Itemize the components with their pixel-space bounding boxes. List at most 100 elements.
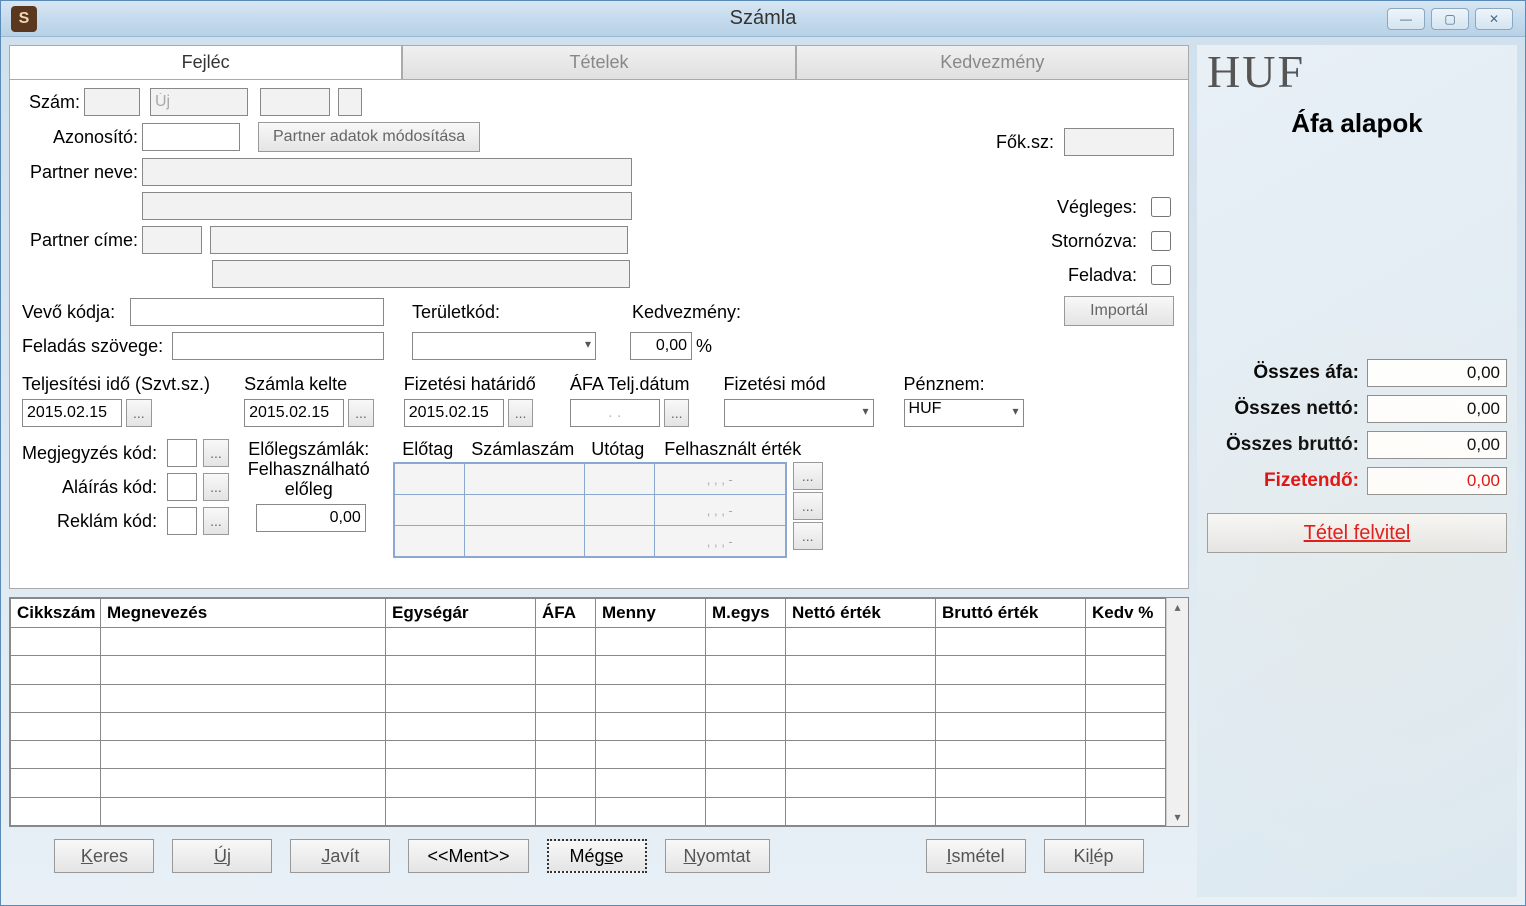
label-szam: Szám: [22, 92, 84, 113]
table-row[interactable] [11, 684, 1166, 712]
table-row[interactable] [11, 656, 1166, 684]
input-vevo-kodja[interactable] [130, 298, 384, 326]
input-osszes-brutto[interactable] [1367, 431, 1507, 459]
input-cime-2[interactable] [212, 260, 630, 288]
select-teruletkod[interactable] [412, 332, 596, 360]
input-foksz[interactable] [1064, 128, 1174, 156]
input-szam-num[interactable] [260, 88, 330, 116]
input-partner-neve2[interactable] [142, 192, 632, 220]
th-menny[interactable]: Menny [596, 599, 706, 628]
label-partner-neve: Partner neve: [22, 162, 142, 183]
input-szam-suffix[interactable] [338, 88, 362, 116]
th-netto[interactable]: Nettó érték [786, 599, 936, 628]
adv-row-picker-1[interactable]: ... [793, 462, 823, 490]
adv-cell[interactable] [585, 464, 655, 494]
button-tetel-felvitel[interactable]: Tétel felvitel [1207, 513, 1507, 553]
adv-cell[interactable] [585, 495, 655, 525]
button-uj[interactable]: Új [172, 839, 272, 873]
input-szam-prefix[interactable] [84, 88, 140, 116]
label-reklam-kod: Reklám kód: [57, 511, 161, 532]
input-azonosito[interactable] [142, 123, 240, 151]
input-fizetendo[interactable] [1367, 467, 1507, 495]
input-szam-uj[interactable] [150, 88, 248, 116]
button-alairas-picker[interactable]: ... [203, 473, 229, 501]
input-afa-telj[interactable] [570, 399, 660, 427]
content: Fejléc Tételek Kedvezmény Szám: [1, 37, 1525, 905]
input-fiz-hatarido[interactable] [404, 399, 504, 427]
adv-cell[interactable] [465, 526, 585, 556]
label-foksz: Fők.sz: [996, 132, 1058, 153]
checkbox-feladva[interactable] [1151, 265, 1171, 285]
button-ismetel[interactable]: Ismétel [926, 839, 1026, 873]
scroll-up-icon[interactable]: ▴ [1174, 600, 1180, 614]
adv-cell[interactable] [465, 464, 585, 494]
label-percent: % [692, 336, 716, 357]
close-button[interactable]: ✕ [1475, 8, 1513, 30]
button-fiz-hatarido-picker[interactable]: ... [508, 399, 534, 427]
input-cime-zip[interactable] [142, 226, 202, 254]
table-row[interactable] [11, 741, 1166, 769]
adv-cell[interactable] [465, 495, 585, 525]
adv-cell[interactable]: , , , - [655, 495, 785, 525]
input-partner-neve[interactable] [142, 158, 632, 186]
input-kedvezmeny[interactable] [630, 332, 692, 360]
tab-fejlec[interactable]: Fejléc [9, 45, 402, 79]
table-row[interactable] [11, 797, 1166, 825]
table-row[interactable] [11, 628, 1166, 656]
input-feladas-szovege[interactable] [172, 332, 384, 360]
select-penznem[interactable]: HUF [904, 399, 1024, 427]
th-megnevezes[interactable]: Megnevezés [101, 599, 386, 628]
button-megjegyzes-picker[interactable]: ... [203, 439, 229, 467]
button-reklam-picker[interactable]: ... [203, 507, 229, 535]
button-megse[interactable]: Mégse [547, 839, 647, 873]
button-partner-modosit[interactable]: Partner adatok módosítása [258, 122, 480, 152]
tab-tetelek[interactable]: Tételek [402, 45, 795, 79]
table-row[interactable] [11, 769, 1166, 797]
th-afa[interactable]: ÁFA [536, 599, 596, 628]
checkbox-vegleges[interactable] [1151, 197, 1171, 217]
adv-cell[interactable] [395, 495, 465, 525]
adv-cell[interactable]: , , , - [655, 526, 785, 556]
th-kedv[interactable]: Kedv % [1086, 599, 1166, 628]
input-osszes-netto[interactable] [1367, 395, 1507, 423]
adv-row-picker-3[interactable]: ... [793, 522, 823, 550]
input-cime-1[interactable] [210, 226, 628, 254]
button-keres[interactable]: Keres [54, 839, 154, 873]
th-megys[interactable]: M.egys [706, 599, 786, 628]
adv-cell[interactable] [395, 464, 465, 494]
adv-cell[interactable] [395, 526, 465, 556]
adv-row-1: , , , - [395, 464, 785, 495]
button-javit[interactable]: Javít [290, 839, 390, 873]
input-szamla-kelte[interactable] [244, 399, 344, 427]
minimize-button[interactable]: — [1387, 8, 1425, 30]
th-egysegar[interactable]: Egységár [386, 599, 536, 628]
input-telj-ido[interactable] [22, 399, 122, 427]
scroll-down-icon[interactable]: ▾ [1174, 810, 1180, 824]
button-afa-telj-picker[interactable]: ... [664, 399, 690, 427]
button-kilep[interactable]: Kilép [1044, 839, 1144, 873]
input-eloleg[interactable] [256, 504, 366, 532]
button-ment[interactable]: <<Ment>> [408, 839, 528, 873]
th-cikkszam[interactable]: Cikkszám [11, 599, 101, 628]
right-column: Fők.sz: Végleges: Stornózva: Feladva: [996, 128, 1174, 326]
input-alairas-kod[interactable] [167, 473, 197, 501]
maximize-button[interactable]: ▢ [1431, 8, 1469, 30]
adv-row-picker-2[interactable]: ... [793, 492, 823, 520]
button-szamla-kelte-picker[interactable]: ... [348, 399, 374, 427]
button-telj-ido-picker[interactable]: ... [126, 399, 152, 427]
input-reklam-kod[interactable] [167, 507, 197, 535]
adv-cell[interactable] [585, 526, 655, 556]
adv-cell[interactable]: , , , - [655, 464, 785, 494]
button-nyomtat[interactable]: Nyomtat [665, 839, 770, 873]
table-row[interactable] [11, 712, 1166, 740]
tab-kedvezmeny[interactable]: Kedvezmény [796, 45, 1189, 79]
select-fiz-mod[interactable] [724, 399, 874, 427]
table-scrollbar[interactable]: ▴ ▾ [1166, 598, 1188, 826]
items-table[interactable]: Cikkszám Megnevezés Egységár ÁFA Menny M… [10, 598, 1166, 826]
th-brutto[interactable]: Bruttó érték [936, 599, 1086, 628]
label-stornozva: Stornózva: [1051, 231, 1141, 252]
input-megjegyzes-kod[interactable] [167, 439, 197, 467]
checkbox-stornozva[interactable] [1151, 231, 1171, 251]
input-osszes-afa[interactable] [1367, 359, 1507, 387]
button-importal[interactable]: Importál [1064, 296, 1174, 326]
